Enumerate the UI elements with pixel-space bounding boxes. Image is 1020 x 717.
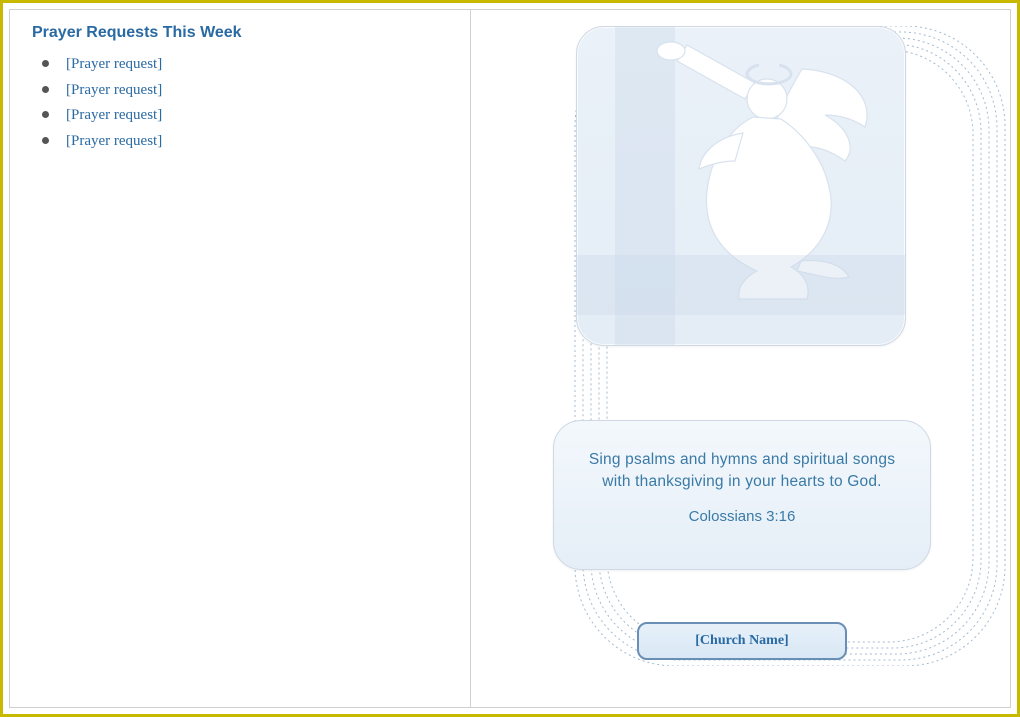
list-item: [Prayer request] [42, 52, 448, 78]
list-item: [Prayer request] [42, 129, 448, 155]
prayer-requests-list: [Prayer request] [Prayer request] [Praye… [32, 52, 448, 154]
scripture-verse-text: Sing psalms and hymns and spiritual song… [576, 449, 908, 494]
right-panel: Sing psalms and hymns and spiritual song… [471, 10, 1010, 707]
document-frame: Prayer Requests This Week [Prayer reques… [0, 0, 1020, 717]
scripture-verse-citation: Colossians 3:16 [576, 508, 908, 525]
list-item: [Prayer request] [42, 78, 448, 104]
left-panel: Prayer Requests This Week [Prayer reques… [10, 10, 470, 707]
church-name-placeholder: [Church Name] [695, 633, 788, 649]
list-item: [Prayer request] [42, 103, 448, 129]
church-name-card: [Church Name] [637, 622, 847, 660]
angel-illustration-card [576, 26, 906, 346]
prayer-requests-heading: Prayer Requests This Week [32, 24, 448, 42]
scripture-verse-card: Sing psalms and hymns and spiritual song… [553, 420, 931, 570]
angel-icon [647, 41, 887, 301]
document-page: Prayer Requests This Week [Prayer reques… [9, 9, 1011, 708]
